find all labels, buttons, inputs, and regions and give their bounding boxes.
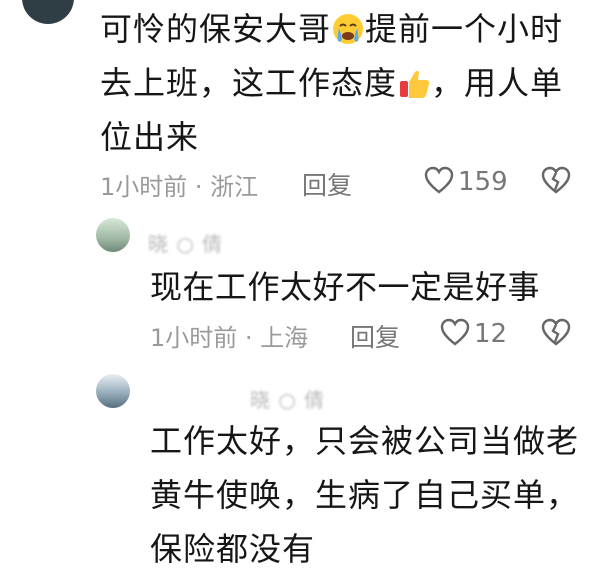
comment-3-username[interactable]: 晓 ○ 倩 — [250, 384, 325, 413]
comment-1-line1-b: 提前一个小时 — [365, 10, 564, 48]
avatar[interactable] — [96, 218, 130, 252]
comment-2-time-location: 1小时前 · 上海 — [150, 324, 309, 352]
comment-2-like-button[interactable]: 12 — [440, 318, 507, 350]
dislike-icon[interactable] — [541, 318, 571, 350]
comment-3-text: 工作太好，只会被公司当做老 黄牛使唤，生病了自己买单， 保险都没有 — [150, 414, 590, 576]
comment-1-like-count: 159 — [458, 167, 508, 197]
dislike-icon[interactable] — [541, 166, 571, 198]
comment-2-username[interactable]: 晓 ○ 倩 — [148, 228, 223, 257]
comment-1-text: 可怜的保安大哥 提前一个小时 去上班，这工作态度 ，用人单 位出来 — [100, 2, 580, 164]
comment-2-text: 现在工作太好不一定是好事 — [150, 268, 541, 306]
comment-1-line2-a: 去上班，这工作态度 — [100, 64, 398, 102]
comment-1-line2-b: ，用人单 — [431, 64, 564, 102]
avatar[interactable] — [96, 374, 130, 408]
comment-1-reply-button[interactable]: 回复 — [302, 166, 352, 202]
comment-1-like-button[interactable]: 159 — [424, 166, 508, 198]
comment-3-line2: 黄牛使唤，生病了自己买单， — [150, 476, 580, 514]
crying-face-icon — [331, 8, 365, 44]
comment-1-line3: 位出来 — [100, 118, 200, 156]
comment-3-line1: 工作太好，只会被公司当做老 — [150, 422, 580, 460]
comment-1-time-location: 1小时前 · 浙江 — [100, 173, 259, 201]
heart-icon — [424, 166, 454, 198]
comment-2-reply-button[interactable]: 回复 — [350, 318, 400, 354]
comment-3-line3: 保险都没有 — [150, 530, 316, 568]
comment-2-like-count: 12 — [474, 319, 508, 349]
heart-icon — [440, 318, 470, 350]
comment-1-line1-a: 可怜的保安大哥 — [100, 10, 332, 48]
avatar[interactable] — [22, 0, 74, 24]
thumbs-up-icon — [397, 62, 431, 98]
